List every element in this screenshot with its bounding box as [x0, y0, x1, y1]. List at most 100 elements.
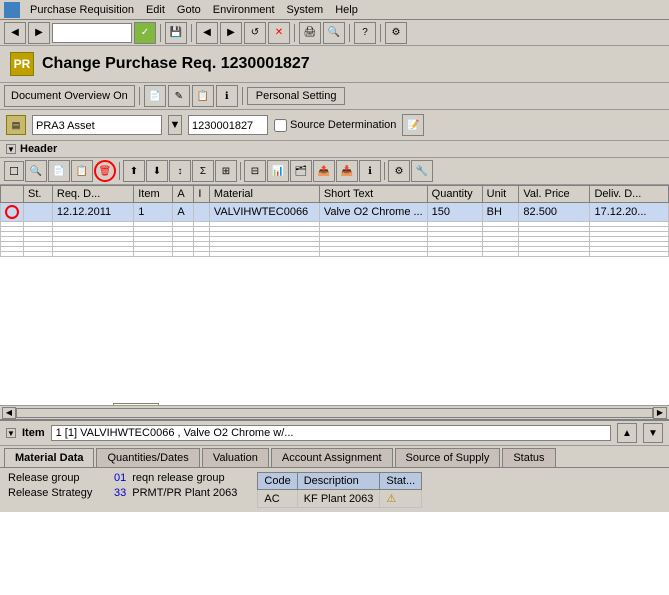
tb-icon3[interactable]: 📋: [192, 85, 214, 107]
second-toolbar: ☐ 🔍 📄 📋 🗑 ⬆ ⬇ ↕ Σ ⊞ ⊟ 📊 🗂 📤 📥 ℹ ⚙ 🔧: [0, 158, 669, 185]
inner-cell-code: AC: [258, 490, 297, 508]
cell-item: 1: [134, 203, 173, 222]
menu-edit[interactable]: Edit: [140, 2, 171, 18]
item-header: ▼ Item 1 [1] VALVIHWTEC0066 , Valve O2 C…: [0, 421, 669, 446]
scroll-right-btn[interactable]: ▶: [653, 407, 667, 419]
tb2-btn12[interactable]: ⚙: [388, 160, 410, 182]
tab-source-of-supply[interactable]: Source of Supply: [395, 448, 501, 467]
release-group-code: 01: [114, 472, 126, 484]
item-desc: 1 [1] VALVIHWTEC0066 , Valve O2 Chrome w…: [51, 425, 611, 441]
doc-overview-button[interactable]: Document Overview On: [4, 85, 135, 107]
tb2-btn10[interactable]: 📥: [336, 160, 358, 182]
delete-btn[interactable]: 🗑: [94, 160, 116, 182]
source-determination-label: Source Determination: [274, 119, 396, 132]
enter-btn[interactable]: ✓: [134, 22, 156, 44]
table-row[interactable]: 12.12.2011 1 A VALVIHWTEC0066 Valve O2 C…: [1, 203, 669, 222]
header-collapse-btn[interactable]: ▼: [6, 144, 16, 154]
tb2-btn8[interactable]: 🗂: [290, 160, 312, 182]
item-nav-down-btn[interactable]: ▼: [643, 423, 663, 443]
copy-btn[interactable]: 📋: [71, 160, 93, 182]
tb-icon1[interactable]: 📄: [144, 85, 166, 107]
tb2-btn11[interactable]: ℹ: [359, 160, 381, 182]
find-btn[interactable]: 🔍: [323, 22, 345, 44]
menu-purchase-requisition[interactable]: Purchase Requisition: [24, 2, 140, 18]
menu-help[interactable]: Help: [329, 2, 364, 18]
tb-icon4[interactable]: ℹ: [216, 85, 238, 107]
col-item: Item: [134, 186, 173, 203]
cell-val-price: 82.500: [519, 203, 590, 222]
tab-account-assignment[interactable]: Account Assignment: [271, 448, 393, 467]
item-nav-up-btn[interactable]: ▲: [617, 423, 637, 443]
inner-table-container: Code Description Stat... AC KF Plant 206…: [257, 472, 422, 508]
tab-valuation[interactable]: Valuation: [202, 448, 269, 467]
forward-btn[interactable]: ▶: [28, 22, 50, 44]
cell-unit: BH: [482, 203, 519, 222]
tb2-btn13[interactable]: 🔧: [411, 160, 433, 182]
release-group-text: reqn release group: [132, 472, 224, 484]
menu-system[interactable]: System: [281, 2, 330, 18]
cell-a: A: [173, 203, 194, 222]
page-title: Change Purchase Req. 1230001827: [42, 55, 310, 73]
delete-tooltip: Delete: [113, 403, 159, 405]
menu-goto[interactable]: Goto: [171, 2, 207, 18]
tab-status[interactable]: Status: [502, 448, 555, 467]
nav-back-btn[interactable]: ◀: [196, 22, 218, 44]
help-btn[interactable]: ?: [354, 22, 376, 44]
col-st: St.: [24, 186, 53, 203]
save-btn[interactable]: 💾: [165, 22, 187, 44]
inner-cell-desc: KF Plant 2063: [297, 490, 380, 508]
col-val-price: Val. Price: [519, 186, 590, 203]
search-btn[interactable]: 🔍: [25, 160, 47, 182]
print-btn[interactable]: 🖨: [299, 22, 321, 44]
customize-btn[interactable]: ⚙: [385, 22, 407, 44]
doc-type-field[interactable]: PRA3 Asset: [32, 115, 162, 135]
left-form: Release group 01 reqn release group Rele…: [8, 472, 237, 508]
details-btn[interactable]: 📄: [48, 160, 70, 182]
col-unit: Unit: [482, 186, 519, 203]
data-table: St. Req. D... Item A I Material Short Te…: [0, 185, 669, 257]
back-btn[interactable]: ◀: [4, 22, 26, 44]
form-info-btn[interactable]: 📝: [402, 114, 424, 136]
inner-table-row[interactable]: AC KF Plant 2063 ⚠: [258, 490, 422, 508]
title-icon: PR: [10, 52, 34, 76]
header-title: Header: [20, 143, 57, 155]
tab-quantities-dates[interactable]: Quantities/Dates: [96, 448, 199, 467]
col-quantity: Quantity: [427, 186, 482, 203]
refresh-btn[interactable]: ↺: [244, 22, 266, 44]
item-collapse-btn[interactable]: ▼: [6, 428, 16, 438]
menu-environment[interactable]: Environment: [207, 2, 281, 18]
stop-btn[interactable]: ✕: [268, 22, 290, 44]
doc-number-field[interactable]: 1230001827: [188, 115, 268, 135]
source-determination-checkbox[interactable]: [274, 119, 287, 132]
personal-setting-button[interactable]: Personal Setting: [247, 87, 346, 105]
tb2-btn9[interactable]: 📤: [313, 160, 335, 182]
bottom-content: Release group 01 reqn release group Rele…: [0, 468, 669, 512]
doc-type-dropdown[interactable]: ▼: [168, 115, 182, 135]
data-table-container: St. Req. D... Item A I Material Short Te…: [0, 185, 669, 405]
scroll-left-btn[interactable]: ◀: [2, 407, 16, 419]
scroll-track[interactable]: [16, 408, 653, 418]
item-panel: ▼ Item 1 [1] VALVIHWTEC0066 , Valve O2 C…: [0, 419, 669, 512]
title-bar: PR Change Purchase Req. 1230001827: [0, 46, 669, 83]
tb2-btn2[interactable]: ⬇: [146, 160, 168, 182]
row-select-icon: ☐: [4, 161, 24, 181]
tb2-btn3[interactable]: ↕: [169, 160, 191, 182]
nav-fwd-btn[interactable]: ▶: [220, 22, 242, 44]
inner-table: Code Description Stat... AC KF Plant 206…: [257, 472, 422, 508]
form-area: ▤ PRA3 Asset ▼ 1230001827 Source Determi…: [0, 110, 669, 141]
tb2-btn7[interactable]: 📊: [267, 160, 289, 182]
tb2-btn6[interactable]: ⊟: [244, 160, 266, 182]
table-row-empty-7[interactable]: [1, 252, 669, 257]
app-icon: [4, 2, 20, 18]
tb2-btn4[interactable]: Σ: [192, 160, 214, 182]
col-material: Material: [209, 186, 319, 203]
tb2-btn1[interactable]: ⬆: [123, 160, 145, 182]
header-section: ▼ Header: [0, 141, 669, 158]
hscroll-bar[interactable]: ◀ ▶: [0, 405, 669, 419]
tab-material-data[interactable]: Material Data: [4, 448, 94, 467]
command-field[interactable]: [52, 23, 132, 43]
cell-short-text: Valve O2 Chrome ...: [319, 203, 427, 222]
release-strategy-label: Release Strategy: [8, 487, 108, 499]
tb2-btn5[interactable]: ⊞: [215, 160, 237, 182]
tb-icon2[interactable]: ✎: [168, 85, 190, 107]
